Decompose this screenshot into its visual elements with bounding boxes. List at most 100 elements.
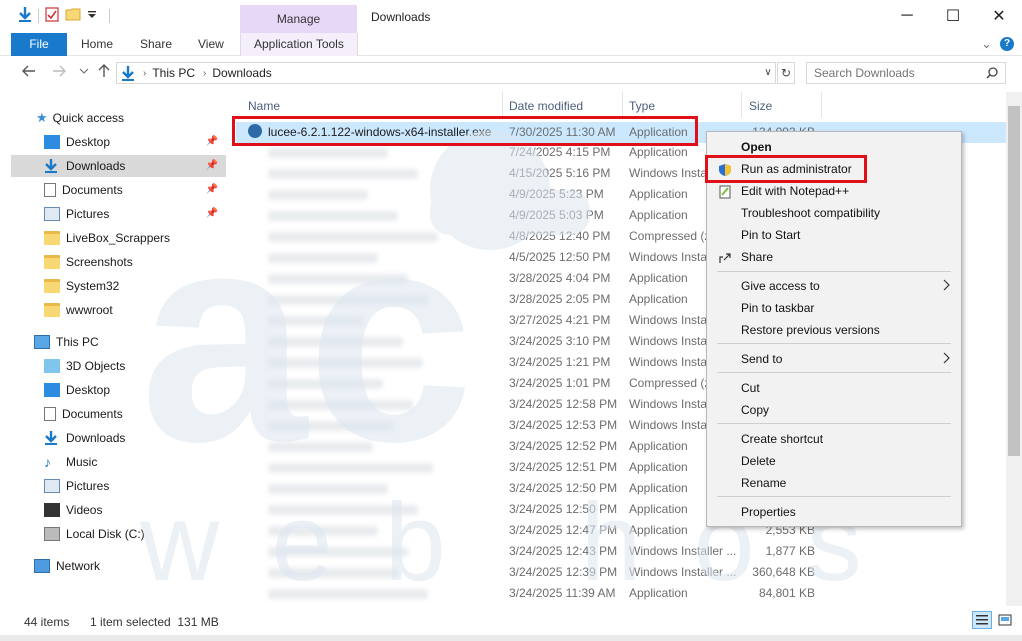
redacted-name bbox=[268, 379, 383, 389]
minimize-button[interactable]: ─ bbox=[884, 0, 930, 32]
column-header-name[interactable]: Name bbox=[248, 95, 280, 117]
file-row[interactable]: 3/24/2025 12:39 PM Windows Installer ... 3… bbox=[236, 562, 1006, 583]
menu-item-label: Create shortcut bbox=[741, 432, 824, 446]
manage-tab[interactable]: Manage bbox=[240, 5, 357, 33]
nav-item-music[interactable]: ♪ Music bbox=[44, 451, 226, 473]
context-menu: Open Run as administrator Edit with Notepa… bbox=[706, 131, 962, 527]
redacted-name bbox=[268, 442, 373, 452]
column-header-size[interactable]: Size bbox=[749, 95, 772, 117]
nav-label: Videos bbox=[66, 503, 103, 517]
nav-item-pc-desktop[interactable]: Desktop bbox=[44, 379, 226, 401]
details-view-button[interactable] bbox=[972, 611, 992, 629]
redacted-name bbox=[268, 463, 433, 473]
breadcrumb-this-pc[interactable]: This PC bbox=[152, 66, 195, 80]
customize-toolbar-icon[interactable] bbox=[87, 9, 97, 23]
pictures-icon bbox=[44, 207, 60, 221]
nav-item-system32[interactable]: System32 bbox=[44, 275, 226, 297]
menu-item-delete[interactable]: Delete bbox=[707, 450, 961, 472]
menu-separator bbox=[717, 423, 951, 424]
nav-item-desktop[interactable]: Desktop 📌 bbox=[44, 131, 226, 153]
nav-label: Screenshots bbox=[66, 255, 133, 269]
tab-home[interactable]: Home bbox=[81, 33, 113, 56]
menu-item-send-to[interactable]: Send to bbox=[707, 348, 961, 370]
nav-label: 3D Objects bbox=[66, 359, 126, 373]
breadcrumb-chevron-icon: › bbox=[143, 67, 147, 79]
desktop-icon bbox=[44, 383, 60, 397]
nav-label: Pictures bbox=[66, 479, 110, 493]
column-header-type[interactable]: Type bbox=[629, 95, 655, 117]
file-date: 3/24/2025 12:58 PM bbox=[509, 397, 618, 411]
nav-item-pc-downloads[interactable]: Downloads bbox=[44, 427, 226, 449]
nav-label: Pictures bbox=[66, 207, 110, 221]
refresh-button[interactable]: ↻ bbox=[777, 62, 795, 84]
large-icons-view-button[interactable] bbox=[995, 611, 1015, 629]
menu-item-rename[interactable]: Rename bbox=[707, 472, 961, 494]
menu-item-pin-to-taskbar[interactable]: Pin to taskbar bbox=[707, 297, 961, 319]
nav-item-local-disk[interactable]: Local Disk (C:) bbox=[44, 523, 226, 545]
nav-item-videos[interactable]: Videos bbox=[44, 499, 226, 521]
file-name bbox=[248, 520, 502, 541]
menu-item-properties[interactable]: Properties bbox=[707, 501, 961, 523]
breadcrumb-downloads[interactable]: Downloads bbox=[212, 66, 271, 80]
scrollbar-thumb[interactable] bbox=[1008, 106, 1020, 456]
new-folder-icon[interactable] bbox=[65, 7, 81, 24]
nav-item-documents[interactable]: Documents 📌 bbox=[44, 179, 226, 201]
nav-item-livebox-scrappers[interactable]: LiveBox_Scrappers bbox=[44, 227, 226, 249]
forward-button[interactable] bbox=[52, 64, 66, 81]
menu-item-label: Cut bbox=[741, 381, 760, 395]
expand-ribbon-icon[interactable]: ⌄ bbox=[981, 36, 992, 52]
nav-item-pictures[interactable]: Pictures 📌 bbox=[44, 203, 226, 225]
tab-share[interactable]: Share bbox=[140, 33, 172, 56]
nav-network[interactable]: Network bbox=[34, 555, 226, 577]
tab-view[interactable]: View bbox=[198, 33, 224, 56]
vertical-scrollbar[interactable] bbox=[1006, 92, 1022, 606]
file-name bbox=[248, 289, 502, 310]
menu-item-troubleshoot-compatibility[interactable]: Troubleshoot compatibility bbox=[707, 202, 961, 224]
up-button[interactable] bbox=[97, 64, 111, 81]
close-button[interactable]: ✕ bbox=[976, 0, 1022, 32]
nav-label: Downloads bbox=[66, 431, 126, 445]
properties-check-icon[interactable] bbox=[45, 6, 59, 25]
menu-item-copy[interactable]: Copy bbox=[707, 399, 961, 421]
drive-icon bbox=[44, 527, 60, 541]
nav-item-wwwroot[interactable]: wwwroot bbox=[44, 299, 226, 321]
menu-item-give-access-to[interactable]: Give access to bbox=[707, 275, 961, 297]
address-bar[interactable]: › This PC › Downloads bbox=[116, 62, 776, 84]
nav-item-pc-pictures[interactable]: Pictures bbox=[44, 475, 226, 497]
quick-access-toolbar bbox=[18, 6, 110, 25]
search-input[interactable] bbox=[806, 62, 1006, 84]
nav-item-screenshots[interactable]: Screenshots bbox=[44, 251, 226, 273]
help-icon[interactable]: ? bbox=[1000, 37, 1014, 51]
nav-item-pc-documents[interactable]: Documents bbox=[44, 403, 226, 425]
tab-application-tools[interactable]: Application Tools bbox=[240, 33, 358, 56]
menu-item-create-shortcut[interactable]: Create shortcut bbox=[707, 428, 961, 450]
file-name bbox=[248, 415, 502, 436]
nav-item-downloads[interactable]: Downloads 📌 bbox=[11, 155, 226, 177]
maximize-button[interactable]: ☐ bbox=[930, 0, 976, 32]
search-icon[interactable] bbox=[986, 67, 998, 82]
recent-locations-button[interactable] bbox=[79, 64, 89, 81]
column-header-date[interactable]: Date modified bbox=[509, 95, 583, 117]
back-button[interactable] bbox=[22, 64, 36, 81]
toolbar-divider bbox=[109, 8, 110, 23]
menu-item-pin-to-start[interactable]: Pin to Start bbox=[707, 224, 961, 246]
file-tab[interactable]: File bbox=[11, 33, 67, 56]
download-arrow-icon bbox=[44, 431, 60, 445]
download-arrow-icon[interactable] bbox=[18, 6, 32, 25]
file-row[interactable]: 3/24/2025 12:43 PM Windows Installer ... 1… bbox=[236, 541, 1006, 562]
file-name bbox=[248, 247, 502, 268]
menu-item-restore-previous-versions[interactable]: Restore previous versions bbox=[707, 319, 961, 341]
file-row[interactable]: 3/24/2025 11:39 AM Application 84,801 KB bbox=[236, 583, 1006, 604]
nav-this-pc[interactable]: This PC bbox=[34, 331, 226, 353]
nav-item-3d-objects[interactable]: 3D Objects bbox=[44, 355, 226, 377]
redacted-name bbox=[268, 295, 428, 305]
selection-info: 1 item selected 131 MB bbox=[90, 615, 219, 629]
address-dropdown-icon[interactable]: ∨ bbox=[760, 62, 776, 84]
nav-quick-access[interactable]: ★ Quick access bbox=[36, 107, 226, 129]
menu-item-edit-with-notepad[interactable]: Edit with Notepad++ bbox=[707, 180, 961, 202]
menu-item-cut[interactable]: Cut bbox=[707, 377, 961, 399]
nav-label: wwwroot bbox=[66, 303, 113, 317]
menu-item-share[interactable]: Share bbox=[707, 246, 961, 268]
toolbar-divider bbox=[38, 8, 39, 23]
run-as-admin-highlight bbox=[705, 155, 867, 183]
